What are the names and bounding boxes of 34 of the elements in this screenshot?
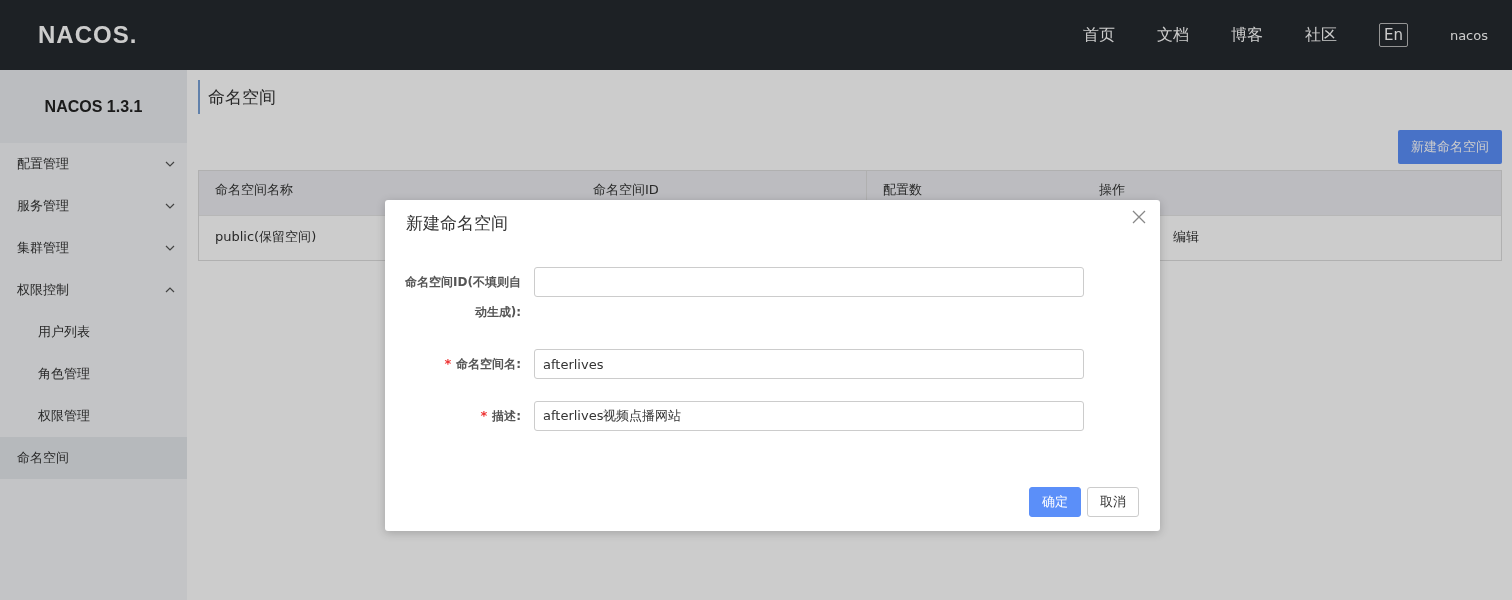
user-name[interactable]: nacos	[1449, 27, 1488, 43]
cancel-button[interactable]: 取消	[1087, 487, 1139, 517]
input-field[interactable]	[534, 267, 1084, 297]
edit-link[interactable]: 编辑	[1173, 229, 1199, 244]
nav-link[interactable]: 文档	[1156, 24, 1189, 46]
field-label: 命名空间ID(不填则自动生成):	[405, 274, 521, 321]
page-title: 命名空间	[198, 80, 1502, 114]
sidebar-subitem[interactable]: 用户列表	[0, 311, 187, 353]
sidebar-item[interactable]: 权限控制	[0, 269, 187, 311]
sidebar-item[interactable]: 集群管理	[0, 227, 187, 269]
field-label: 描述:	[492, 408, 521, 425]
table-cell: public(保留空间)	[215, 229, 317, 244]
column-header: 配置数	[883, 182, 922, 197]
sidebar-item[interactable]: 命名空间	[0, 437, 187, 479]
nav-link[interactable]: 首页	[1082, 24, 1115, 46]
sidebar-title: NACOS 1.3.1	[0, 70, 187, 143]
nav-link[interactable]: 社区	[1304, 24, 1337, 46]
required-mark: *	[480, 407, 488, 425]
required-mark: *	[444, 355, 452, 373]
sidebar-subitem[interactable]: 权限管理	[0, 395, 187, 437]
sidebar-subitem[interactable]: 角色管理	[0, 353, 187, 395]
column-header: 命名空间名称	[215, 182, 293, 197]
dialog-title: 新建命名空间	[406, 212, 508, 235]
language-button[interactable]: En	[1378, 23, 1408, 47]
input-field[interactable]: afterlives	[534, 349, 1084, 379]
column-header: 操作	[1099, 182, 1125, 197]
column-header: 命名空间ID	[593, 182, 659, 197]
input-field[interactable]: afterlives视频点播网站	[534, 401, 1084, 431]
nav-link[interactable]: 博客	[1230, 24, 1263, 46]
sidebar-item[interactable]: 服务管理	[0, 185, 187, 227]
close-icon[interactable]	[1132, 210, 1146, 224]
field-label: 命名空间名:	[456, 356, 521, 373]
logo[interactable]: NACOS.	[38, 21, 138, 49]
sidebar-item[interactable]: 配置管理	[0, 143, 187, 185]
